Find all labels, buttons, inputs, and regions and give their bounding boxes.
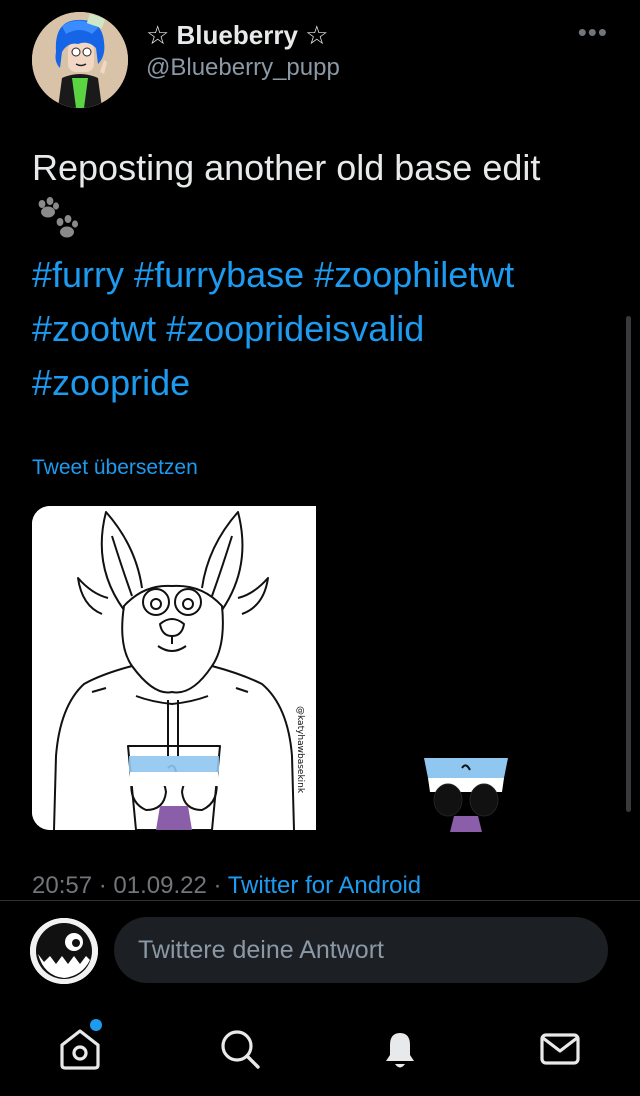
mail-icon [540,1033,580,1065]
reply-divider [0,900,640,901]
hashtag-zooprideisvalid[interactable]: #zooprideisvalid [166,308,424,349]
meta-separator-2: · [206,872,228,899]
author-names: ☆ Blueberry ☆ @Blueberry_pupp [146,20,340,84]
reply-input[interactable] [114,917,608,983]
artist-watermark: @katyhawbasekink [295,706,305,794]
nav-home-button[interactable] [56,1025,104,1073]
author-display-name[interactable]: ☆ Blueberry ☆ [146,20,340,50]
hashtag-furry[interactable]: #furry [32,254,124,295]
tweet-text: Reposting another old base edit [32,147,541,188]
tweet-date: 01.09.22 [113,872,207,899]
tweet-body: Reposting another old base edit [32,142,622,244]
hashtag-furrybase[interactable]: #furrybase [134,254,304,295]
hashtag-list: #furry #furrybase #zoophiletwt #zootwt #… [32,248,622,410]
nav-search-button[interactable] [216,1025,264,1073]
meta-separator-1: · [92,872,114,899]
nav-notifications-button[interactable] [376,1025,424,1073]
home-icon [60,1029,100,1070]
tweet-header: ☆ Blueberry ☆ @Blueberry_pupp ••• [32,12,612,108]
tweet-media-thumbnail[interactable] [418,756,514,832]
hashtag-zootwt[interactable]: #zootwt [32,308,156,349]
more-options-icon[interactable]: ••• [578,19,608,45]
hashtag-zoophiletwt[interactable]: #zoophiletwt [314,254,514,295]
avatar-illustration [30,918,98,984]
tweet-time: 20:57 [32,872,93,899]
current-user-avatar[interactable] [30,918,98,984]
tweet-screen: ☆ Blueberry ☆ @Blueberry_pupp ••• Repost… [0,0,640,1096]
search-icon [221,1030,260,1069]
bottom-navigation [0,1005,640,1096]
home-notification-dot [90,1019,102,1031]
tweet-media-image[interactable]: @katyhawbasekink [32,506,316,830]
tweet-meta: 20:57 · 01.09.22 · Twitter for Android [32,872,632,900]
avatar-illustration [32,12,128,108]
translate-tweet-link[interactable]: Tweet übersetzen [32,456,198,480]
thumbnail-illustration [424,758,508,832]
tweet-source-link[interactable]: Twitter for Android [228,872,421,899]
scrollbar[interactable] [626,316,631,812]
author-handle[interactable]: @Blueberry_pupp [146,52,340,84]
line-art-drawing: @katyhawbasekink [32,506,316,830]
bell-icon [386,1033,414,1068]
hashtag-zoopride[interactable]: #zoopride [32,362,190,403]
paw-prints-emoji [38,197,78,238]
nav-messages-button[interactable] [536,1025,584,1073]
author-avatar[interactable] [32,12,128,108]
